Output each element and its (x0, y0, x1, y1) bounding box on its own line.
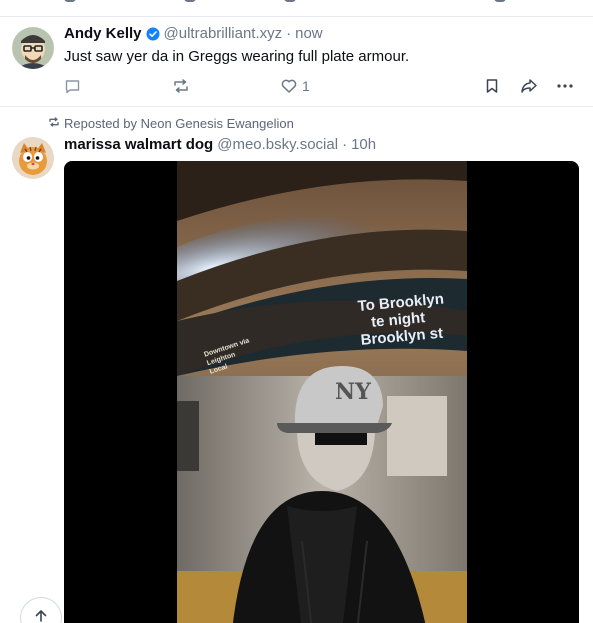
avatar[interactable] (12, 137, 54, 179)
subway-sign-text: To Brooklyn te night Brooklyn st (357, 290, 445, 349)
post-timestamp[interactable]: now (295, 25, 323, 42)
share-button[interactable] (520, 75, 538, 97)
avatar[interactable] (12, 27, 54, 69)
like-button[interactable]: 1 (280, 75, 310, 97)
reply-button[interactable] (64, 75, 81, 97)
avatar-cat-icon (12, 137, 54, 179)
like-icon (280, 77, 298, 95)
author-handle[interactable]: @meo.bsky.social (217, 136, 338, 153)
feed-post[interactable]: Reposted by Neon Genesis Ewangelion mari… (0, 108, 593, 623)
post-header: marissa walmart dog @meo.bsky.social · 1… (64, 136, 376, 153)
svg-text:NY: NY (335, 379, 371, 405)
post-header: Andy Kelly @ultrabrilliant.xyz · now (64, 25, 323, 42)
repost-indicator[interactable]: Reposted by Neon Genesis Ewangelion (48, 116, 294, 131)
post-actions: 1 (64, 75, 580, 97)
post-text: Just saw yer da in Greggs wearing full p… (64, 48, 410, 65)
like-count: 1 (302, 78, 310, 94)
author-name[interactable]: Andy Kelly (64, 25, 142, 42)
bookmark-button[interactable] (484, 75, 500, 97)
separator-dot: · (342, 136, 348, 153)
more-options-button[interactable] (556, 75, 574, 97)
arrow-up-icon (34, 609, 48, 623)
video-frame[interactable]: NY To Brooklyn te night Brooklyn st Down… (177, 161, 467, 623)
repost-button[interactable] (172, 75, 190, 97)
author-handle[interactable]: @ultrabrilliant.xyz (164, 25, 283, 42)
video-still-subway: NY (177, 161, 467, 623)
repost-label: Reposted by Neon Genesis Ewangelion (64, 116, 294, 131)
separator-dot: · (286, 25, 292, 42)
repost-icon (48, 116, 64, 131)
more-icon (556, 77, 574, 95)
verified-icon (146, 27, 160, 41)
post-timestamp[interactable]: 10h (351, 136, 376, 153)
reply-icon (64, 78, 81, 95)
share-icon (520, 77, 538, 95)
author-name[interactable]: marissa walmart dog (64, 136, 213, 153)
feed-post[interactable]: Andy Kelly @ultrabrilliant.xyz · now Jus… (0, 17, 593, 107)
bookmark-icon (484, 78, 500, 94)
video-player[interactable]: NY To Brooklyn te night Brooklyn st Down… (64, 161, 579, 623)
avatar-illustration-icon (12, 27, 54, 69)
previous-post-actions-partial (64, 0, 584, 4)
repost-icon (172, 77, 190, 95)
